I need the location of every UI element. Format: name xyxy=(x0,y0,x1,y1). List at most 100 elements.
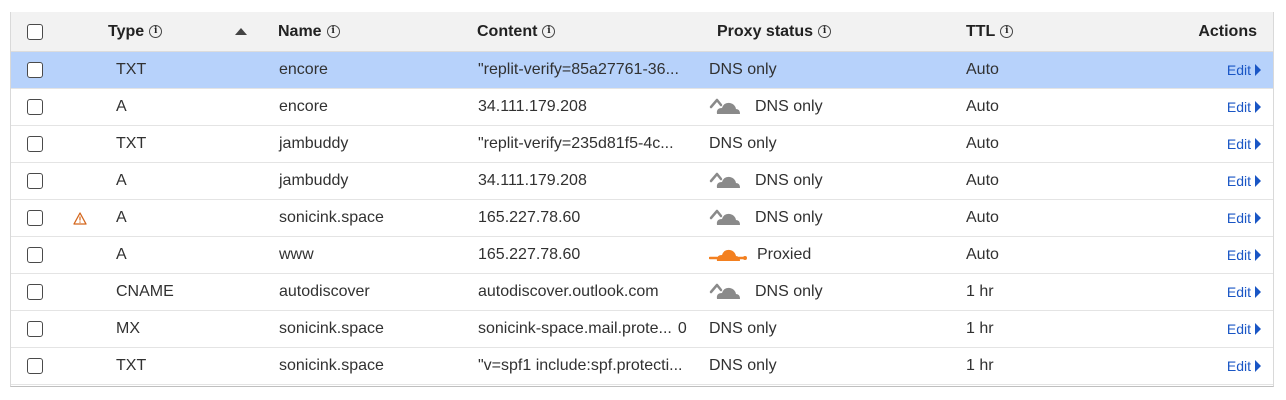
record-type: CNAME xyxy=(116,283,174,300)
edit-button[interactable]: Edit xyxy=(1227,321,1261,337)
record-content-value: "replit-verify=235d81f5-4c... xyxy=(478,135,674,152)
table-row[interactable]: CNAME autodiscover autodiscover.outlook.co… xyxy=(11,274,1273,311)
row-select-cell[interactable] xyxy=(27,237,43,273)
edit-button[interactable]: Edit xyxy=(1227,284,1261,300)
proxy-status-label: DNS only xyxy=(709,61,777,78)
record-content-value: 165.227.78.60 xyxy=(478,209,581,226)
edit-button[interactable]: Edit xyxy=(1227,136,1261,152)
caret-right-icon xyxy=(1255,212,1261,224)
row-checkbox[interactable] xyxy=(27,247,43,263)
info-icon[interactable]: i xyxy=(326,25,340,38)
type-column-header[interactable]: Type i xyxy=(108,12,163,51)
table-row[interactable]: MX sonicink.space sonicink-space.mail.prot… xyxy=(11,311,1273,348)
ttl-header-label: TTL xyxy=(966,22,996,40)
record-type: TXT xyxy=(116,357,147,374)
table-row[interactable]: Aencore 34.111.179.208 DNS only Auto Edit xyxy=(11,89,1273,126)
row-checkbox[interactable] xyxy=(27,210,43,226)
row-actions: Edit xyxy=(1227,89,1261,125)
record-content-value: 34.111.179.208 xyxy=(478,172,587,189)
row-checkbox[interactable] xyxy=(27,358,43,374)
edit-label: Edit xyxy=(1226,210,1251,226)
edit-label: Edit xyxy=(1226,99,1251,115)
name-header-label: Name xyxy=(278,22,322,40)
row-checkbox[interactable] xyxy=(27,99,43,115)
row-select-cell[interactable] xyxy=(27,348,43,384)
table-row[interactable]: TXT sonicink.space "v=spf1 include:spf.pro… xyxy=(11,348,1273,385)
row-select-cell[interactable] xyxy=(27,89,43,125)
row-select-cell[interactable] xyxy=(27,311,43,347)
ttl-column-header[interactable]: TTL i xyxy=(966,12,1014,51)
edit-button[interactable]: Edit xyxy=(1227,62,1261,78)
content-column-header[interactable]: Content i xyxy=(477,12,556,51)
record-priority: 0 xyxy=(677,320,687,337)
edit-label: Edit xyxy=(1226,173,1251,189)
row-checkbox[interactable] xyxy=(27,136,43,152)
record-ttl: 1 hr xyxy=(966,283,994,300)
row-select-cell[interactable] xyxy=(27,126,43,162)
record-ttl: Auto xyxy=(966,135,999,152)
edit-label: Edit xyxy=(1226,284,1251,300)
record-name: jambuddy xyxy=(279,172,349,189)
record-content-value: autodiscover.outlook.com xyxy=(478,283,659,300)
row-select-cell[interactable] xyxy=(27,200,43,236)
record-ttl: 1 hr xyxy=(966,357,994,374)
proxy-status: DNS only xyxy=(709,89,823,125)
select-all-cell[interactable] xyxy=(27,12,43,51)
actions-column-header: Actions xyxy=(1198,12,1257,51)
info-icon[interactable]: i xyxy=(1000,25,1014,38)
record-content-value: 34.111.179.208 xyxy=(478,98,587,115)
sort-ascending-icon[interactable] xyxy=(235,28,247,35)
row-select-cell[interactable] xyxy=(27,52,43,88)
proxy-status-label: DNS only xyxy=(709,135,777,152)
table-row[interactable]: TXT encore "replit-verify=85a27761-36... DN… xyxy=(11,52,1273,89)
proxy-status: DNS only xyxy=(709,163,823,199)
edit-button[interactable]: Edit xyxy=(1227,173,1261,189)
record-name: sonicink.space xyxy=(279,357,384,374)
info-icon[interactable]: i xyxy=(818,25,832,38)
proxy-status: DNS only xyxy=(709,126,777,162)
proxy-status-label: DNS only xyxy=(755,209,823,226)
sort-cell[interactable] xyxy=(235,12,247,51)
record-content-value: "v=spf1 include:spf.protecti... xyxy=(478,357,683,374)
row-checkbox[interactable] xyxy=(27,284,43,300)
actions-header-label: Actions xyxy=(1198,22,1257,40)
type-header-label: Type xyxy=(108,22,145,40)
row-actions: Edit xyxy=(1227,274,1261,310)
warning-icon[interactable] xyxy=(73,200,87,236)
edit-label: Edit xyxy=(1226,136,1251,152)
table-row[interactable]: Ajambuddy 34.111.179.208 DNS only Auto Edit xyxy=(11,163,1273,200)
cloud-dns-only-icon xyxy=(709,282,745,302)
record-ttl: 1 hr xyxy=(966,320,994,337)
caret-right-icon xyxy=(1255,286,1261,298)
row-checkbox[interactable] xyxy=(27,62,43,78)
table-row[interactable]: Awww 165.227.78.60 Proxied Auto Edit xyxy=(11,237,1273,274)
record-ttl: Auto xyxy=(966,61,999,78)
table-row[interactable]: TXT jambuddy "replit-verify=235d81f5-4c...… xyxy=(11,126,1273,163)
record-content: 165.227.78.60 xyxy=(478,200,580,236)
table-row[interactable]: Asonicink.space 165.227.78.60 DNS only Auto… xyxy=(11,200,1273,237)
info-icon[interactable]: i xyxy=(542,25,556,38)
row-actions: Edit xyxy=(1227,52,1261,88)
row-select-cell[interactable] xyxy=(27,274,43,310)
edit-button[interactable]: Edit xyxy=(1227,247,1261,263)
row-select-cell[interactable] xyxy=(27,163,43,199)
proxy-status: Proxied xyxy=(709,237,811,273)
proxy-status: DNS only xyxy=(709,274,823,310)
record-content: 34.111.179.208 xyxy=(478,89,587,125)
record-name: autodiscover xyxy=(279,283,370,300)
proxy-status-column-header[interactable]: Proxy status i xyxy=(717,12,832,51)
info-icon[interactable]: i xyxy=(149,25,163,38)
dns-records-table: Type i Name i Content i Proxy status i T… xyxy=(10,12,1274,387)
row-checkbox[interactable] xyxy=(27,173,43,189)
edit-label: Edit xyxy=(1226,247,1251,263)
name-column-header[interactable]: Name i xyxy=(278,12,340,51)
caret-right-icon xyxy=(1255,101,1261,113)
edit-button[interactable]: Edit xyxy=(1227,358,1261,374)
edit-button[interactable]: Edit xyxy=(1227,99,1261,115)
row-checkbox[interactable] xyxy=(27,321,43,337)
proxy-status-label: DNS only xyxy=(755,172,823,189)
proxy-status-label: DNS only xyxy=(755,98,823,115)
select-all-checkbox[interactable] xyxy=(27,23,43,40)
edit-button[interactable]: Edit xyxy=(1227,210,1261,226)
record-type: TXT xyxy=(116,61,147,78)
